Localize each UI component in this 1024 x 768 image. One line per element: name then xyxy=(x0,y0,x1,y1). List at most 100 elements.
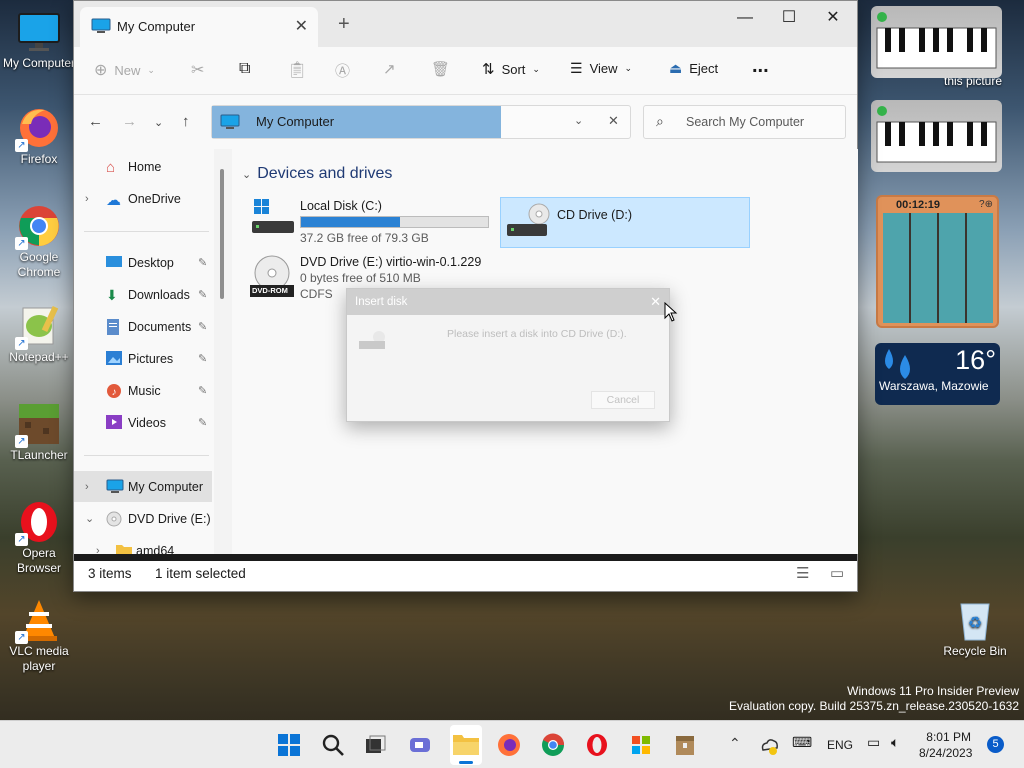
pin-icon[interactable]: ✎ xyxy=(198,288,207,301)
chrome-taskbar[interactable] xyxy=(541,733,565,757)
address-clear-icon[interactable]: ✕ xyxy=(608,113,619,129)
pin-icon[interactable]: ✎ xyxy=(198,352,207,365)
nav-pictures[interactable]: Pictures ✎ xyxy=(74,343,212,374)
firefox-taskbar[interactable] xyxy=(497,733,521,757)
nav-scrollbar[interactable] xyxy=(220,169,224,299)
keyboard-tray-icon[interactable]: ⌨ xyxy=(792,734,816,758)
nav-onedrive[interactable]: › ☁ OneDrive xyxy=(74,183,212,214)
share-button[interactable]: ↗ xyxy=(383,60,396,78)
start-button[interactable] xyxy=(277,733,301,757)
drive-free: 0 bytes free of 510 MB xyxy=(300,271,421,285)
trash-icon: 🗑︎ xyxy=(431,61,451,78)
pin-icon[interactable]: ✎ xyxy=(198,256,207,269)
nav-desktop[interactable]: Desktop ✎ xyxy=(74,247,212,278)
minecraft-icon: ↗ xyxy=(15,402,61,448)
opera-icon: ↗ xyxy=(15,500,61,546)
nav-music[interactable]: ♪ Music ✎ xyxy=(74,375,212,406)
dialog-close-icon[interactable]: ✕ xyxy=(650,294,661,310)
address-bar[interactable]: My Computer ⌄ ✕ xyxy=(211,105,631,139)
desktop-folder-icon xyxy=(106,255,124,271)
details-view-icon[interactable]: ☰ xyxy=(796,564,809,582)
piano-widget-1[interactable] xyxy=(871,6,1002,78)
cut-button[interactable]: ✂ xyxy=(191,60,204,80)
desktop-icon-label: Google Chrome xyxy=(17,250,61,279)
drive-local-c[interactable]: Local Disk (C:) 37.2 GB free of 79.3 GB xyxy=(250,197,500,247)
show-hidden-icons[interactable]: ⌃ xyxy=(729,735,753,759)
rename-button[interactable]: Ⓐ xyxy=(335,60,350,81)
desktop-icon-notepadpp[interactable]: ↗ Notepad++ xyxy=(2,304,76,365)
minimize-button[interactable]: — xyxy=(722,5,768,35)
mouse-cursor-icon xyxy=(664,302,678,322)
pin-icon[interactable]: ✎ xyxy=(198,320,207,333)
language-indicator[interactable]: ENG xyxy=(827,738,853,752)
search-button[interactable] xyxy=(321,733,345,757)
pin-icon[interactable]: ✎ xyxy=(198,384,207,397)
tab-my-computer[interactable]: My Computer ✕ xyxy=(80,7,318,47)
section-header[interactable]: ⌄ Devices and drives xyxy=(242,165,392,183)
back-button[interactable]: ← xyxy=(88,113,103,130)
paste-button[interactable]: 📋︎ xyxy=(287,60,307,80)
piano-widget-2[interactable] xyxy=(871,100,1002,172)
pin-icon[interactable]: ✎ xyxy=(198,416,207,429)
close-button[interactable]: ✕ xyxy=(810,5,856,35)
sort-button[interactable]: ⇅ Sort ⌄ xyxy=(482,60,540,78)
title-bar[interactable]: My Computer ✕ + — ☐ ✕ xyxy=(74,1,857,47)
dvd-badge: DVD-ROM xyxy=(252,286,288,295)
copy-button[interactable]: ⧉ xyxy=(239,60,250,78)
tiles-view-icon[interactable]: ▭ xyxy=(830,564,844,582)
nav-home[interactable]: ⌂ Home xyxy=(74,151,212,182)
search-box[interactable]: ⌕ Search My Computer xyxy=(643,105,846,139)
clock-time: 8:01 PM xyxy=(926,730,971,744)
piano-keys-icon xyxy=(876,27,997,69)
tab-close-icon[interactable]: ✕ xyxy=(295,16,308,36)
desktop-icon-chrome[interactable]: ↗ Google Chrome xyxy=(2,204,76,280)
command-bar: ⊕ New ⌄ ✂ ⧉ 📋︎ Ⓐ ↗ 🗑︎ ⇅ Sort ⌄ ☰ View ⌄ … xyxy=(74,47,857,95)
desktop-icon-label: TLauncher xyxy=(10,448,68,462)
nav-downloads[interactable]: ⬇ Downloads ✎ xyxy=(74,279,212,310)
nav-videos[interactable]: Videos ✎ xyxy=(74,407,212,438)
dialog-cancel-button[interactable]: Cancel xyxy=(591,391,655,409)
eject-icon: ⏏ xyxy=(669,60,683,76)
archive-taskbar[interactable] xyxy=(673,733,697,757)
file-explorer-taskbar[interactable] xyxy=(450,725,482,765)
weather-widget[interactable]: 16° Warszawa, Mazowie xyxy=(875,343,1000,405)
forward-button[interactable]: → xyxy=(122,113,137,130)
delete-button[interactable]: 🗑︎ xyxy=(431,60,450,78)
address-dropdown-icon[interactable]: ⌄ xyxy=(574,114,583,127)
clock[interactable]: 8:01 PM 8/24/2023 xyxy=(919,729,972,761)
nav-dvd-drive[interactable]: ⌄ DVD Drive (E:) vi xyxy=(74,503,214,534)
drive-cd-d[interactable]: CD Drive (D:) xyxy=(500,197,750,248)
tray-app-icon[interactable] xyxy=(759,733,783,757)
desktop-icon-vlc[interactable]: ↗ VLC media player xyxy=(2,598,76,674)
puzzle-widget[interactable]: 00:12:19 ?⊕ xyxy=(876,195,999,328)
eject-button[interactable]: ⏏ Eject xyxy=(669,60,718,77)
task-view-button[interactable] xyxy=(364,733,388,757)
maximize-button[interactable]: ☐ xyxy=(766,5,812,35)
recent-locations-button[interactable]: ⌄ xyxy=(154,116,163,129)
desktop-icon-firefox[interactable]: ↗ Firefox xyxy=(2,106,76,167)
nav-amd64[interactable]: › amd64 xyxy=(74,535,212,554)
puzzle-buttons[interactable]: ?⊕ xyxy=(979,199,993,210)
insert-disk-dialog[interactable]: Insert disk ✕ Please insert a disk into … xyxy=(346,288,670,422)
nav-my-computer[interactable]: › My Computer xyxy=(74,471,212,502)
puzzle-grid[interactable] xyxy=(883,213,993,323)
view-button[interactable]: ☰ View ⌄ xyxy=(570,60,632,77)
desktop-icon-opera[interactable]: ↗ Opera Browser xyxy=(2,500,76,576)
chat-button[interactable] xyxy=(408,733,432,757)
up-button[interactable]: ↑ xyxy=(182,113,190,130)
more-button[interactable]: ... xyxy=(752,55,769,78)
desktop-icon-my-computer[interactable]: My Computer xyxy=(2,10,76,71)
opera-taskbar[interactable] xyxy=(585,733,609,757)
desktop-icon-recycle-bin[interactable]: ♻ Recycle Bin xyxy=(935,598,1015,659)
item-count: 3 items xyxy=(88,566,132,581)
network-icon[interactable]: ▭ xyxy=(867,734,891,758)
notification-badge[interactable]: 5 xyxy=(987,736,1004,753)
desktop-icon-tlauncher[interactable]: ↗ TLauncher xyxy=(2,402,76,463)
hard-drive-icon xyxy=(252,199,294,233)
store-taskbar[interactable] xyxy=(629,733,653,757)
volume-icon[interactable]: 🔈︎ xyxy=(891,734,915,758)
new-button[interactable]: ⊕ New ⌄ xyxy=(94,60,155,80)
nav-documents[interactable]: Documents ✎ xyxy=(74,311,212,342)
view-label: View xyxy=(589,61,618,76)
new-tab-button[interactable]: + xyxy=(338,13,350,36)
